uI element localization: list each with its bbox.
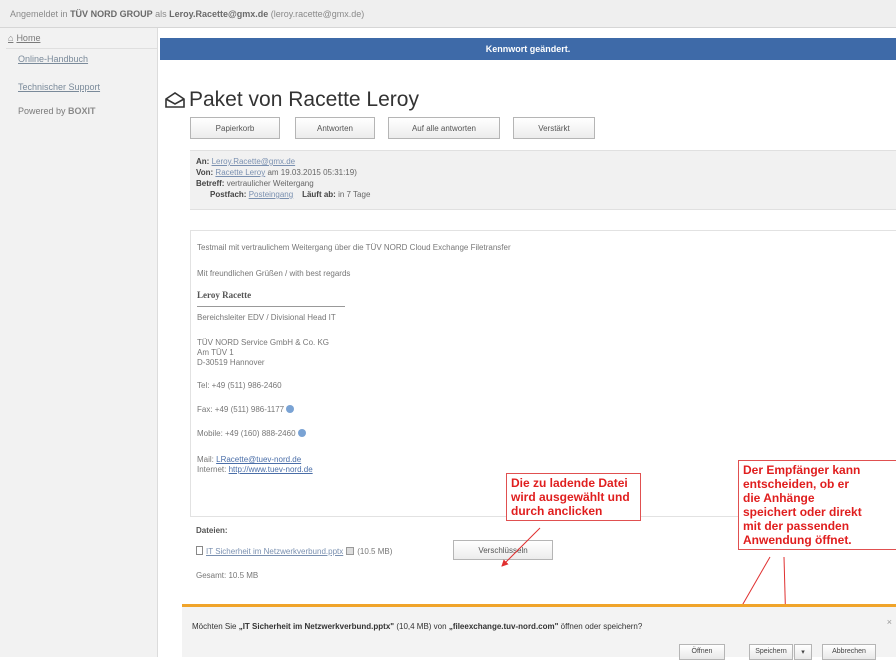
body-line: Testmail mit vertraulichem Weitergang üb… (197, 243, 511, 252)
postfach-row: Postfach: Posteingang Läuft ab: in 7 Tag… (196, 190, 896, 201)
attachment-size: (10.5 MB) (357, 547, 393, 556)
from-row: Von: Racette Leroy am 19.03.2015 05:31:1… (196, 168, 896, 179)
login-prefix: Angemeldet in (10, 9, 68, 19)
subject-row: Betreff: vertraulicher Weitergang (196, 179, 896, 190)
home-icon: ⌂ (8, 33, 14, 43)
expires-label: Läuft ab: (302, 190, 336, 199)
brand-logo: BOXIT (68, 106, 96, 116)
expires-value: in 7 Tage (338, 190, 371, 199)
signature-rule (197, 306, 345, 307)
prompt-suffix: öffnen oder speichern? (560, 622, 643, 631)
skype-call-icon[interactable] (286, 405, 295, 413)
close-icon[interactable]: × (887, 617, 892, 627)
user-email: (leroy.racette@gmx.de) (270, 9, 365, 19)
signature-street: Am TÜV 1 (197, 348, 234, 357)
postfach-label: Postfach: (210, 190, 247, 199)
edit-icon[interactable] (346, 547, 355, 555)
encrypt-button[interactable]: Verschlüsseln (453, 540, 553, 560)
to-row: An: Leroy.Racette@gmx.de (196, 157, 896, 168)
attachment-row: IT Sicherheit im Netzwerkverbund.pptx (10… (196, 546, 392, 556)
callout-line: Die zu ladende Datei (511, 476, 628, 490)
callout-line: wird ausgewählt und (511, 490, 630, 504)
signature-mail: Mail: LRacette@tuev-nord.de (197, 455, 301, 464)
status-banner: Kennwort geändert. (160, 38, 896, 60)
signature-fax: Fax: +49 (511) 986-1177 (197, 405, 295, 414)
sidebar-item-online-handbuch[interactable]: Online-Handbuch (0, 49, 157, 69)
mobile-text: Mobile: +49 (160) 888-2460 (197, 429, 296, 438)
mail-label: Mail: (197, 455, 214, 464)
from-label: Von: (196, 168, 214, 177)
login-as: als (155, 9, 167, 19)
attachments-total: Gesamt: 10.5 MB (196, 571, 259, 580)
download-prompt: Möchten Sie „IT Sicherheit im Netzwerkve… (192, 622, 642, 631)
callout-line: entscheiden, ob er (743, 477, 850, 491)
sidebar-item-label: Home (16, 33, 41, 43)
document-icon (196, 546, 203, 555)
download-notification-bar: Möchten Sie „IT Sicherheit im Netzwerkve… (182, 604, 896, 660)
org-name: TÜV NORD GROUP (70, 9, 153, 19)
callout-line: speichert oder direkt (743, 505, 862, 519)
page-title: Paket von Racette Leroy (165, 88, 419, 112)
user-name: Leroy.Racette@gmx.de (169, 9, 269, 19)
subject-label: Betreff: (196, 179, 225, 188)
web-label: Internet: (197, 465, 227, 474)
save-options-dropdown[interactable]: ▾ (794, 644, 812, 660)
reply-button[interactable]: Antworten (295, 117, 375, 139)
signature-mobile: Mobile: +49 (160) 888-2460 (197, 429, 306, 438)
attachment-link[interactable]: IT Sicherheit im Netzwerkverbund.pptx (206, 547, 343, 556)
signature-web: Internet: http://www.tuev-nord.de (197, 465, 313, 474)
postfach-link[interactable]: Posteingang (249, 190, 293, 199)
open-button[interactable]: Öffnen (679, 644, 725, 660)
callout-line: Der Empfänger kann (743, 463, 861, 477)
from-date: am 19.03.2015 05:31:19) (267, 168, 357, 177)
reply-all-button[interactable]: Auf alle antworten (388, 117, 500, 139)
callout-line: durch anclicken (511, 504, 603, 518)
prompt-host: „fileexchange.tuv-nord.com" (448, 622, 559, 631)
to-label: An: (196, 157, 210, 166)
callout-line: die Anhänge (743, 491, 815, 505)
powered-label: Powered by (18, 106, 66, 116)
signature-dept: Bereichsleiter EDV / Divisional Head IT (197, 313, 336, 322)
login-status-bar: Angemeldet in TÜV NORD GROUP als Leroy.R… (0, 0, 896, 28)
envelope-icon (165, 92, 185, 108)
prompt-file: „IT Sicherheit im Netzwerkverbund.pptx" (238, 622, 395, 631)
sidebar-item-tech-support[interactable]: Technischer Support (0, 77, 157, 97)
web-link[interactable]: http://www.tuev-nord.de (229, 465, 313, 474)
callout-line: Anwendung öffnet. (743, 533, 852, 547)
save-button[interactable]: Speichern (749, 644, 793, 660)
skype-call-icon[interactable] (297, 429, 306, 437)
to-link[interactable]: Leroy.Racette@gmx.de (212, 157, 296, 166)
sidebar: ⌂ Home Online-Handbuch Technischer Suppor… (0, 28, 158, 657)
greeting: Mit freundlichen Grüßen / with best rega… (197, 269, 351, 278)
prompt-mid: (10,4 MB) von (396, 622, 447, 631)
powered-by: Powered by BOXIT (0, 101, 157, 121)
callout-line: mit der passenden (743, 519, 850, 533)
title-text: Paket von Racette Leroy (189, 88, 419, 111)
subject-value: vertraulicher Weitergang (226, 179, 314, 188)
from-link[interactable]: Racette Leroy (215, 168, 265, 177)
message-view: Paket von Racette Leroy Papierkorb Antwo… (160, 60, 896, 657)
cancel-button[interactable]: Abbrechen (822, 644, 876, 660)
signature-company: TÜV NORD Service GmbH & Co. KG (197, 338, 330, 347)
trash-button[interactable]: Papierkorb (190, 117, 280, 139)
fax-text: Fax: +49 (511) 986-1177 (197, 405, 285, 414)
sidebar-item-home[interactable]: ⌂ Home (0, 28, 157, 48)
mail-link[interactable]: LRacette@tuev-nord.de (216, 455, 301, 464)
forward-button[interactable]: Verstärkt (513, 117, 595, 139)
message-header: An: Leroy.Racette@gmx.de Von: Racette Le… (190, 150, 896, 210)
signature-city: D-30519 Hannover (197, 358, 265, 367)
prompt-prefix: Möchten Sie (192, 622, 237, 631)
callout-select-file: Die zu ladende Datei wird ausgewählt und… (506, 473, 641, 521)
signature-name: Leroy Racette (197, 290, 252, 300)
signature-tel: Tel: +49 (511) 986-2460 (197, 381, 282, 390)
callout-recipient: Der Empfänger kann entscheiden, ob er di… (738, 460, 896, 550)
attachments-label: Dateien: (196, 526, 228, 535)
